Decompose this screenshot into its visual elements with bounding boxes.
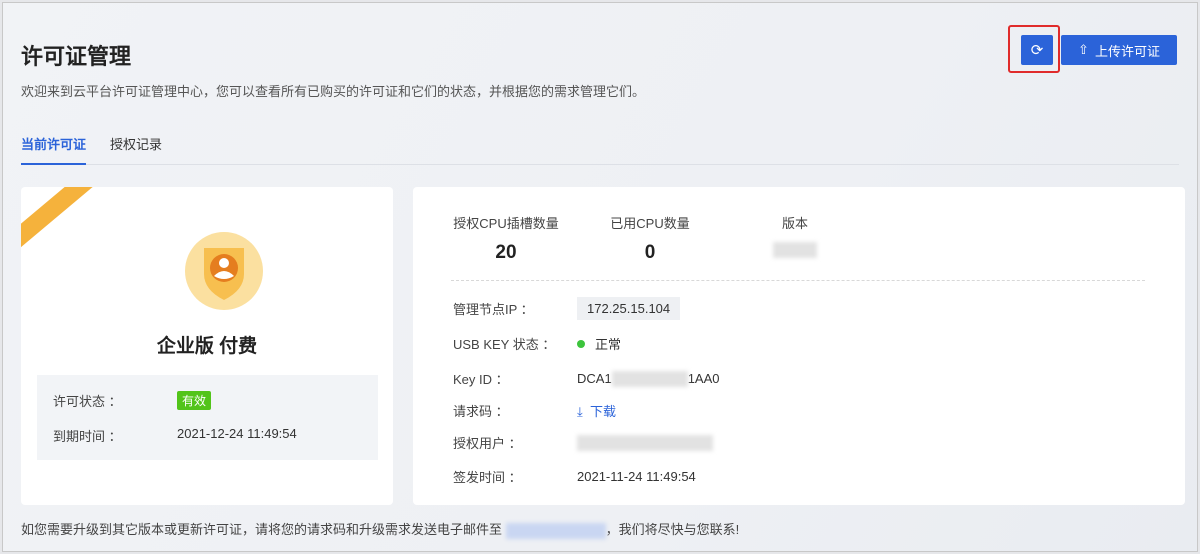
- details-card: 授权CPU插槽数量 20 已用CPU数量 0 版本 管理节点IP ： 172.25.1…: [413, 187, 1185, 505]
- stat-cpu-used: 已用CPU数量 0: [605, 213, 695, 264]
- tab-current-license[interactable]: 当前许可证: [21, 131, 87, 165]
- stat-value: [765, 242, 825, 264]
- refresh-icon: ⟳: [1030, 42, 1044, 59]
- issue-value: 2021-11-24 11:49:54: [577, 469, 696, 484]
- tab-auth-records[interactable]: 授权记录: [110, 131, 162, 165]
- download-link[interactable]: ⤓ 下载: [577, 401, 616, 420]
- status-label: 许可状态 ：: [53, 394, 122, 409]
- status-badge: 有效: [177, 391, 212, 410]
- issue-label: 签发时间 ：: [453, 470, 522, 485]
- keyid-prefix: DCA1: [577, 371, 612, 386]
- upload-icon: ⇧: [1078, 42, 1089, 57]
- footer-note: 如您需要升级到其它版本或更新许可证，请将您的请求码和升级需求发送电子邮件至 ，我…: [21, 519, 739, 539]
- divider: [451, 280, 1145, 281]
- ip-value: 172.25.15.104: [577, 297, 681, 320]
- footer-text: 如您需要升级到其它版本或更新许可证，请将您的请求码和升级需求发送电子邮件至: [21, 522, 503, 537]
- email-link[interactable]: [505, 522, 606, 539]
- stat-cpu-slots: 授权CPU插槽数量 20: [451, 213, 561, 264]
- upload-license-button[interactable]: ⇧ 上传许可证: [1061, 35, 1177, 65]
- user-label: 授权用户 ：: [453, 436, 522, 451]
- req-label: 请求码 ：: [453, 404, 509, 419]
- keyid-label: Key ID ：: [453, 372, 509, 387]
- page-title: 许可证管理: [21, 44, 132, 69]
- keyid-suffix: 1AA0: [687, 371, 720, 386]
- download-icon: ⤓: [577, 404, 583, 419]
- status-dot-icon: [577, 339, 585, 348]
- stat-value: 20: [495, 242, 517, 263]
- keyid-redacted: [611, 370, 688, 387]
- stat-label: 授权CPU插槽数量: [453, 216, 559, 231]
- tabs: 当前许可证 授权记录: [21, 131, 1179, 165]
- stat-version: 版本: [765, 213, 825, 264]
- license-badge-icon: [185, 232, 263, 310]
- download-label: 下载: [589, 404, 616, 419]
- stat-label: 版本: [781, 216, 808, 231]
- expire-value: 2021-12-24 11:49:54: [177, 426, 297, 441]
- license-card: 企业版 付费 许可状态 ： 有效 到期时间 ： 2021-12-24 11:49:5…: [21, 187, 393, 505]
- refresh-button[interactable]: ⟳: [1021, 35, 1053, 65]
- ip-label: 管理节点IP ：: [453, 302, 534, 317]
- user-redacted: [577, 434, 713, 451]
- footer-text-end: ，我们将尽快与您联系!: [605, 522, 740, 537]
- license-info: 许可状态 ： 有效 到期时间 ： 2021-12-24 11:49:54: [37, 375, 378, 460]
- ribbon: [21, 187, 112, 255]
- page: 许可证管理 欢迎来到云平台许可证管理中心，您可以查看所有已购买的许可证和它们的状…: [2, 2, 1198, 552]
- edition-label: 企业版 付费: [156, 336, 258, 357]
- stat-value: 0: [644, 242, 656, 263]
- stat-label: 已用CPU数量: [610, 216, 690, 231]
- upload-label: 上传许可证: [1094, 43, 1160, 59]
- usb-label: USB KEY 状态 ：: [453, 337, 556, 352]
- expire-label: 到期时间 ：: [53, 429, 122, 444]
- usb-value: 正常: [595, 337, 622, 352]
- page-description: 欢迎来到云平台许可证管理中心，您可以查看所有已购买的许可证和它们的状态，并根据您…: [21, 84, 646, 99]
